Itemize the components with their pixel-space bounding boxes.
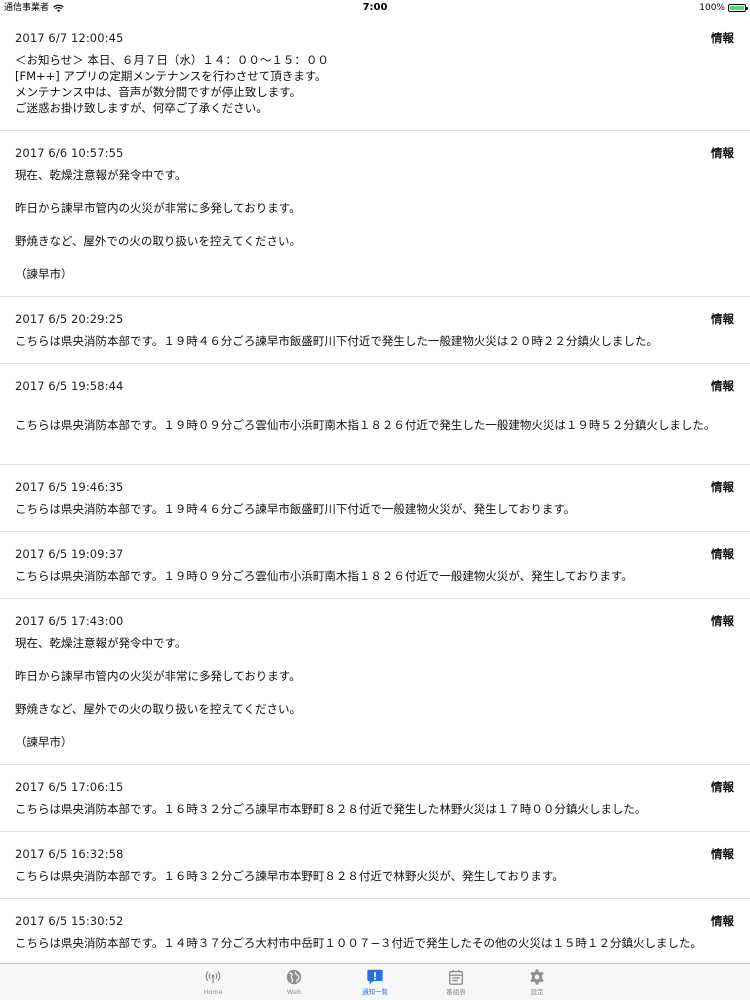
battery-percent: 100%: [699, 3, 725, 13]
notification-header: 2017 6/7 12:00:45 情報: [15, 30, 735, 46]
message-line: メンテナンス中は、音声が数分間ですが停止致します。: [15, 85, 302, 99]
notification-header: 2017 6/5 19:58:44 情報: [15, 378, 735, 394]
message-line: [15, 717, 735, 734]
message-line: ご迷惑お掛け致しますが、何卒ご了承ください。: [15, 101, 268, 115]
notification-category: 情報: [711, 312, 734, 326]
notification-header: 2017 6/5 16:32:58 情報: [15, 846, 735, 862]
message-line: こちらは県央消防本部です。１４時３７分ごろ大村市中岳町１００７−３付近で発生した…: [15, 936, 702, 950]
message-line: 現在、乾燥注意報が発令中です。: [15, 168, 187, 182]
message-line: 野焼きなど、屋外での火の取り扱いを控えてください。: [15, 702, 302, 716]
notification-message: こちらは県央消防本部です。１６時３２分ごろ諫早市本野町８２８付近で林野火災が、発…: [15, 868, 735, 884]
notification-message: こちらは県央消防本部です。１９時０９分ごろ雲仙市小浜町南木指１８２６付近で発生し…: [15, 400, 735, 450]
notification-category: 情報: [711, 780, 734, 794]
notification-category: 情報: [711, 31, 734, 45]
notification-item[interactable]: 2017 6/5 20:29:25 情報こちらは県央消防本部です。１９時４６分ごろ…: [0, 297, 750, 364]
tab-program-guide[interactable]: 番組表: [416, 964, 497, 1000]
notification-message: 現在、乾燥注意報が発令中です。昨日から諫早市管内の火災が非常に多発しております。…: [15, 635, 735, 750]
notification-header: 2017 6/5 17:06:15 情報: [15, 779, 735, 795]
status-bar: 通信事業者 7:00 100%: [0, 0, 750, 16]
message-line: （諫早市）: [15, 267, 73, 281]
notification-list[interactable]: 2017 6/7 12:00:45 情報 ＜お知らせ＞ 本日、６月７日（水）１４：０…: [0, 16, 750, 964]
notification-message: こちらは県央消防本部です。１９時４６分ごろ諫早市飯盛町川下付近で一般建物火災が、…: [15, 501, 735, 517]
tab-notifications[interactable]: 通知一覧: [335, 964, 416, 1000]
message-line: [15, 400, 735, 417]
notification-timestamp: 2017 6/5 19:09:37: [15, 547, 124, 561]
notification-item[interactable]: 2017 6/5 19:46:35 情報こちらは県央消防本部です。１９時４６分ごろ…: [0, 465, 750, 532]
status-time: 7:00: [362, 2, 388, 13]
notification-timestamp: 2017 6/5 19:58:44: [15, 379, 124, 393]
message-line: [15, 183, 735, 200]
tab-bar: Home Web 通知一覧 番組表 設定: [0, 963, 750, 1000]
notification-category: 情報: [711, 914, 734, 928]
notification-header: 2017 6/5 19:46:35 情報: [15, 479, 735, 495]
message-line: [15, 216, 735, 233]
tab-label: Home: [203, 988, 223, 996]
tab-label: 設定: [530, 988, 544, 996]
notification-category: 情報: [711, 379, 734, 393]
radio-waves-icon: [204, 968, 222, 986]
notification-category: 情報: [711, 614, 734, 628]
notification-item[interactable]: 2017 6/5 16:32:58 情報こちらは県央消防本部です。１６時３２分ごろ…: [0, 832, 750, 899]
tab-settings[interactable]: 設定: [497, 964, 578, 1000]
tab-label: 通知一覧: [362, 988, 388, 996]
notification-message: こちらは県央消防本部です。１６時３２分ごろ諫早市本野町８２８付近で発生した林野火…: [15, 801, 735, 817]
battery-icon: [728, 4, 748, 12]
notification-header: 2017 6/5 17:43:00 情報: [15, 613, 735, 629]
notification-category: 情報: [711, 480, 734, 494]
message-line: [15, 684, 735, 701]
notification-item[interactable]: 2017 6/7 12:00:45 情報 ＜お知らせ＞ 本日、６月７日（水）１４：０…: [0, 16, 750, 131]
message-line: 昨日から諫早市管内の火災が非常に多発しております。: [15, 669, 301, 683]
notification-timestamp: 2017 6/7 12:00:45: [15, 31, 124, 45]
notification-header: 2017 6/5 15:30:52 情報: [15, 913, 735, 929]
notification-timestamp: 2017 6/5 16:32:58: [15, 847, 124, 861]
notification-timestamp: 2017 6/6 10:57:55: [15, 146, 124, 160]
notification-message: こちらは県央消防本部です。１９時４６分ごろ諫早市飯盛町川下付近で発生した一般建物…: [15, 333, 735, 349]
notification-header: 2017 6/6 10:57:55 情報: [15, 145, 735, 161]
message-line: ＜お知らせ＞ 本日、６月７日（水）１４：００〜１５：００: [15, 53, 329, 67]
notification-message: こちらは県央消防本部です。１４時３７分ごろ大村市中岳町１００７−３付近で発生した…: [15, 935, 735, 951]
message-line: [15, 433, 735, 450]
status-right: 100%: [699, 0, 748, 16]
message-line: [15, 651, 735, 668]
notification-timestamp: 2017 6/5 17:43:00: [15, 614, 124, 628]
message-line: 野焼きなど、屋外での火の取り扱いを控えてください。: [15, 234, 302, 248]
message-line: こちらは県央消防本部です。１６時３２分ごろ諫早市本野町８２８付近で林野火災が、発…: [15, 869, 564, 883]
globe-icon: [285, 968, 303, 986]
message-line: こちらは県央消防本部です。１６時３２分ごろ諫早市本野町８２８付近で発生した林野火…: [15, 802, 647, 816]
notification-message: こちらは県央消防本部です。１９時０９分ごろ雲仙市小浜町南木指１８２６付近で一般建…: [15, 568, 735, 584]
tab-web[interactable]: Web: [254, 964, 335, 1000]
notification-header: 2017 6/5 20:29:25 情報: [15, 311, 735, 327]
notification-message: ＜お知らせ＞ 本日、６月７日（水）１４：００〜１５：００ [FM++] アプリの定…: [15, 52, 735, 116]
message-line: 現在、乾燥注意報が発令中です。: [15, 636, 187, 650]
notification-icon: [366, 968, 384, 986]
message-line: こちらは県央消防本部です。１９時４６分ごろ諫早市飯盛町川下付近で発生した一般建物…: [15, 334, 658, 348]
message-line: こちらは県央消防本部です。１９時０９分ごろ雲仙市小浜町南木指１８２６付近で発生し…: [15, 418, 716, 432]
notification-header: 2017 6/5 19:09:37 情報: [15, 546, 735, 562]
notification-timestamp: 2017 6/5 19:46:35: [15, 480, 124, 494]
message-line: （諫早市）: [15, 735, 73, 749]
message-line: こちらは県央消防本部です。１９時４６分ごろ諫早市飯盛町川下付近で一般建物火災が、…: [15, 502, 576, 516]
notification-timestamp: 2017 6/5 20:29:25: [15, 312, 124, 326]
tab-label: 番組表: [446, 988, 466, 996]
notification-category: 情報: [711, 146, 734, 160]
notification-category: 情報: [711, 547, 734, 561]
gear-icon: [528, 968, 546, 986]
notification-timestamp: 2017 6/5 15:30:52: [15, 914, 124, 928]
notification-item[interactable]: 2017 6/5 17:06:15 情報こちらは県央消防本部です。１６時３２分ごろ…: [0, 765, 750, 832]
message-line: [15, 249, 735, 266]
tab-label: Web: [286, 988, 302, 996]
message-line: [FM++] アプリの定期メンテナンスを行わさせて頂きます。: [15, 69, 327, 83]
tab-home[interactable]: Home: [173, 964, 254, 1000]
message-line: 昨日から諫早市管内の火災が非常に多発しております。: [15, 201, 301, 215]
notification-item[interactable]: 2017 6/6 10:57:55 情報現在、乾燥注意報が発令中です。昨日から諫早…: [0, 131, 750, 297]
calendar-icon: [447, 968, 465, 986]
notification-item[interactable]: 2017 6/5 19:58:44 情報こちらは県央消防本部です。１９時０９分ごろ…: [0, 364, 750, 465]
notification-message: 現在、乾燥注意報が発令中です。昨日から諫早市管内の火災が非常に多発しております。…: [15, 167, 735, 282]
message-line: こちらは県央消防本部です。１９時０９分ごろ雲仙市小浜町南木指１８２６付近で一般建…: [15, 569, 633, 583]
notification-item[interactable]: 2017 6/5 15:30:52 情報 こちらは県央消防本部です。１４時３７分ごろ…: [0, 899, 750, 964]
notification-item[interactable]: 2017 6/5 17:43:00 情報現在、乾燥注意報が発令中です。昨日から諫早…: [0, 599, 750, 765]
notification-item[interactable]: 2017 6/5 19:09:37 情報こちらは県央消防本部です。１９時０９分ごろ…: [0, 532, 750, 599]
notification-timestamp: 2017 6/5 17:06:15: [15, 780, 124, 794]
notification-category: 情報: [711, 847, 734, 861]
